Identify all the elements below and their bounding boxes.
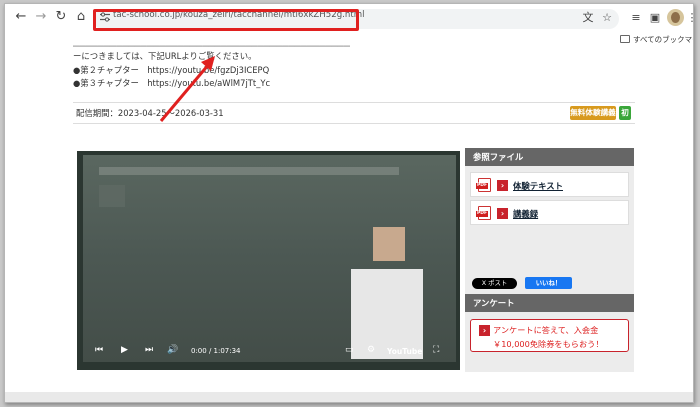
annotation-arrow bbox=[159, 56, 215, 122]
browser-window: ← → ↻ ⌂ tac-school.co.jp/kouza_zeiri/tac… bbox=[4, 3, 694, 403]
